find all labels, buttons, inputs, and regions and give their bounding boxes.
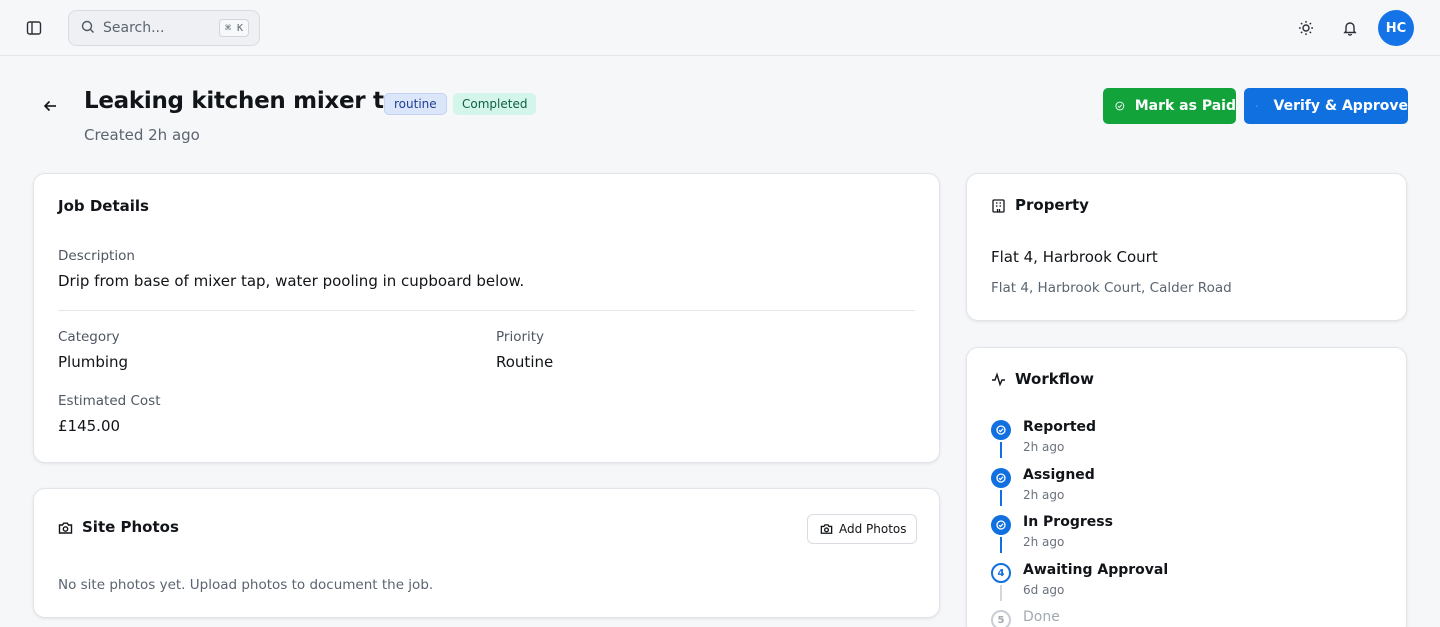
search-shortcut: ⌘ K: [218, 19, 249, 37]
step-time: 6d ago: [1023, 583, 1065, 597]
created-timestamp: Created 2h ago: [84, 126, 200, 144]
property-address: Flat 4, Harbrook Court, Calder Road: [991, 280, 1232, 296]
mark-as-paid-button[interactable]: Mark as Paid: [1103, 88, 1236, 124]
search-placeholder: Search...: [103, 20, 165, 36]
empty-photos-message: No site photos yet. Upload photos to doc…: [58, 577, 434, 593]
workflow-step: Reported 2h ago: [991, 418, 1371, 462]
estimated-cost-value: £145.00: [58, 417, 121, 435]
sidebar-toggle-icon[interactable]: [22, 16, 46, 40]
step-time: 2h ago: [1023, 488, 1065, 502]
step-number: 5: [991, 610, 1011, 627]
step-time: 2h ago: [1023, 535, 1065, 549]
search-icon: [81, 19, 95, 38]
property-card: Property Flat 4, Harbrook Court Flat 4, …: [966, 173, 1407, 321]
step-done-icon: [991, 468, 1011, 488]
step-name: Done: [1023, 609, 1060, 625]
job-details-title: Job Details: [58, 197, 149, 215]
step-name: Awaiting Approval: [1023, 562, 1169, 578]
step-time: 2h ago: [1023, 440, 1065, 454]
mark-as-paid-label: Mark as Paid: [1134, 98, 1236, 114]
workflow-step: 4 Awaiting Approval 6d ago: [991, 561, 1371, 605]
site-photos-card: Site Photos Add Photos No site photos ye…: [33, 488, 940, 618]
step-connector: [1000, 585, 1002, 601]
step-connector: [1000, 490, 1002, 506]
step-connector: [1000, 537, 1002, 553]
check-circle-icon: [1115, 101, 1125, 111]
camera-icon: [820, 524, 833, 534]
workflow-step: In Progress 2h ago: [991, 513, 1371, 557]
site-photos-title: Site Photos: [82, 518, 179, 536]
add-photos-label: Add Photos: [839, 522, 907, 536]
step-name: Assigned: [1023, 467, 1095, 483]
step-connector: [1000, 442, 1002, 458]
page-title: Leaking kitchen mixer tap: [84, 88, 416, 114]
category-value: Plumbing: [58, 353, 129, 371]
step-number: 4: [991, 563, 1011, 583]
property-title: Property: [1015, 196, 1089, 214]
priority-badge: routine: [384, 93, 447, 115]
divider: [58, 310, 915, 311]
workflow-step: 5 Done: [991, 608, 1371, 627]
job-details-card: Job Details Description Drip from base o…: [33, 173, 940, 463]
back-arrow-icon[interactable]: [38, 94, 62, 118]
search-input[interactable]: Search... ⌘ K: [68, 10, 260, 46]
workflow-step: Assigned 2h ago: [991, 466, 1371, 510]
priority-label: Priority: [496, 329, 545, 345]
description-value: Drip from base of mixer tap, water pooli…: [58, 272, 525, 290]
step-name: In Progress: [1023, 514, 1113, 530]
notifications-bell-icon[interactable]: [1338, 16, 1362, 40]
workflow-title: Workflow: [1015, 370, 1094, 388]
estimated-cost-label: Estimated Cost: [58, 393, 161, 409]
building-icon: [991, 198, 1006, 217]
verify-approve-label: Verify & Approve: [1273, 98, 1408, 114]
camera-icon: [58, 520, 73, 539]
theme-toggle-sun-icon[interactable]: [1294, 16, 1318, 40]
add-photos-button[interactable]: Add Photos: [807, 514, 917, 544]
step-done-icon: [991, 515, 1011, 535]
description-label: Description: [58, 248, 135, 264]
workflow-card: Workflow Reported 2h ago Assigned 2h ago…: [966, 347, 1407, 627]
status-badge: Completed: [453, 93, 537, 115]
user-avatar[interactable]: HC: [1378, 10, 1414, 46]
priority-value: Routine: [496, 353, 554, 371]
step-done-icon: [991, 420, 1011, 440]
step-name: Reported: [1023, 419, 1097, 435]
check-circle-icon: [1256, 105, 1258, 107]
property-name: Flat 4, Harbrook Court: [991, 248, 1158, 266]
top-bar: Search... ⌘ K HC: [0, 0, 1440, 56]
category-label: Category: [58, 329, 120, 345]
activity-icon: [991, 372, 1006, 391]
verify-approve-button[interactable]: Verify & Approve: [1244, 88, 1408, 124]
